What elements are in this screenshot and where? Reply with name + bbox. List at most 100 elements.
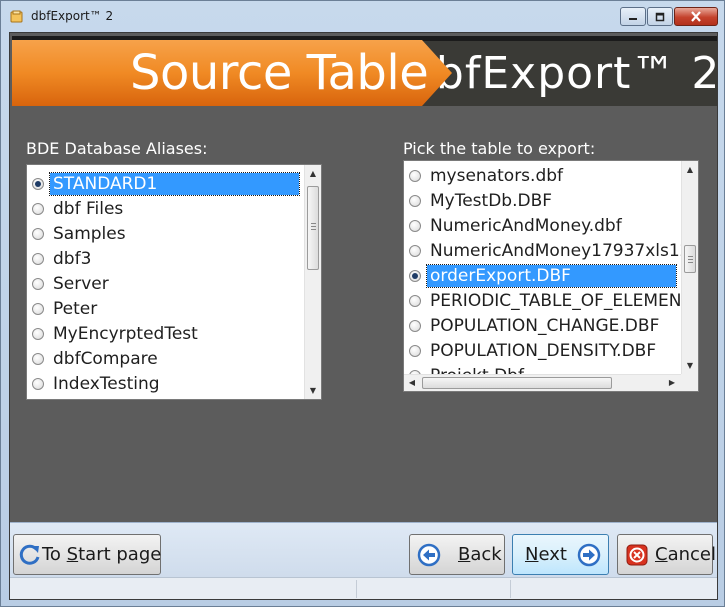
alias-list-item[interactable]: STANDARD1 (27, 171, 302, 196)
radio-button[interactable] (409, 244, 421, 257)
table-item-label: POPULATION_DENSITY.DBF (430, 340, 657, 361)
alias-list-item[interactable]: dbfCompare (27, 346, 302, 371)
status-bar (10, 577, 717, 599)
banner-product-name: dbfExport™ 2 (407, 48, 717, 99)
table-list-item[interactable]: mysenators.dbf (404, 163, 679, 188)
tables-horizontal-scrollbar[interactable]: ◀ ▶ (404, 374, 681, 391)
to-start-page-label: To Start page (42, 544, 162, 565)
alias-item-label: IndexTesting (53, 373, 160, 394)
table-list-item[interactable]: MyTestDb.DBF (404, 188, 679, 213)
scroll-up-icon[interactable]: ▲ (305, 165, 321, 182)
alias-item-label: Peter (53, 298, 98, 319)
aliases-scroll-thumb[interactable] (307, 186, 319, 270)
title-bar[interactable]: dbfExport™ 2 (1, 1, 724, 31)
radio-button[interactable] (32, 327, 44, 340)
scroll-corner (681, 374, 698, 391)
status-cell (357, 580, 511, 598)
app-window: dbfExport™ 2 dbfExport™ 2 Source Table B… (0, 0, 725, 607)
next-button[interactable]: Next (512, 534, 609, 575)
table-item-label: NumericAndMoney17937xls12 (430, 240, 691, 261)
tables-hscroll-thumb[interactable] (422, 377, 612, 389)
alias-item-label: dbfCompare (53, 348, 158, 369)
close-icon (691, 11, 701, 22)
tables-listbox[interactable]: Projekt.DbfPOPULATION_DENSITY.DBFPOPULAT… (403, 160, 699, 392)
wizard-button-bar: To Start page Back Next Cancel (10, 522, 717, 577)
banner-title: Source Table (130, 45, 429, 101)
aliases-vertical-scrollbar[interactable]: ▲ ▼ (304, 165, 321, 399)
alias-item-label: MyEncyrptedTest (53, 323, 198, 344)
wizard-banner: dbfExport™ 2 Source Table (12, 36, 717, 106)
cancel-icon (626, 544, 648, 565)
table-list-item[interactable]: POPULATION_CHANGE.DBF (404, 313, 679, 338)
radio-button[interactable] (32, 352, 44, 365)
aliases-listbox[interactable]: IndexTesting dbfCompare MyEncyrptedTest Pet… (26, 164, 322, 400)
scroll-down-icon[interactable]: ▼ (682, 357, 698, 374)
arrow-right-icon (577, 543, 601, 566)
table-item-label: POPULATION_CHANGE.DBF (430, 315, 660, 336)
minimize-button[interactable] (620, 7, 646, 26)
alias-list-item[interactable]: MyEncyrptedTest (27, 321, 302, 346)
table-list-item[interactable]: PERIODIC_TABLE_OF_ELEMENT (404, 288, 692, 313)
alias-list-item[interactable]: Server (27, 271, 302, 296)
radio-button[interactable] (409, 169, 421, 182)
radio-button[interactable] (409, 344, 421, 357)
alias-list-item[interactable]: Peter (27, 296, 302, 321)
radio-button[interactable] (409, 319, 421, 332)
radio-button[interactable] (32, 277, 44, 290)
alias-item-label: Server (53, 273, 109, 294)
back-label: Back (458, 544, 502, 565)
alias-item-label: Samples (53, 223, 126, 244)
radio-button[interactable] (32, 202, 44, 215)
app-icon (10, 10, 23, 23)
radio-button[interactable] (32, 227, 44, 240)
to-start-page-button[interactable]: To Start page (13, 534, 161, 575)
close-button[interactable] (674, 7, 718, 26)
table-list-item[interactable]: POPULATION_DENSITY.DBF (404, 338, 679, 363)
wizard-panel: dbfExport™ 2 Source Table BDE Database A… (9, 32, 718, 600)
refresh-icon (19, 544, 40, 565)
scroll-up-icon[interactable]: ▲ (682, 161, 698, 178)
back-button[interactable]: Back (409, 534, 505, 575)
table-list-item[interactable]: NumericAndMoney17937xls12 (404, 238, 690, 263)
alias-item-label: dbf Files (53, 198, 124, 219)
radio-button[interactable] (409, 194, 421, 207)
alias-list-item[interactable]: dbf Files (27, 196, 302, 221)
radio-button[interactable] (32, 302, 44, 315)
aliases-label: BDE Database Aliases: (26, 139, 208, 158)
radio-button[interactable] (409, 294, 421, 307)
table-item-label: PERIODIC_TABLE_OF_ELEMENT (430, 290, 692, 311)
radio-button[interactable] (32, 177, 44, 190)
alias-list-item[interactable]: IndexTesting (27, 371, 302, 396)
scroll-left-icon[interactable]: ◀ (404, 375, 420, 391)
status-cell (10, 580, 357, 598)
tables-vertical-scrollbar[interactable]: ▲ ▼ (681, 161, 698, 374)
maximize-icon (655, 12, 665, 21)
scroll-down-icon[interactable]: ▼ (305, 382, 321, 399)
table-item-label: MyTestDb.DBF (430, 190, 553, 211)
maximize-button[interactable] (647, 7, 673, 26)
status-cell (511, 580, 717, 598)
window-title: dbfExport™ 2 (31, 9, 114, 23)
radio-button[interactable] (32, 377, 44, 390)
tables-label: Pick the table to export: (403, 139, 596, 158)
alias-list-item[interactable]: Samples (27, 221, 302, 246)
table-list-item[interactable]: orderExport.DBF (404, 263, 679, 288)
table-item-label: NumericAndMoney.dbf (430, 215, 622, 236)
radio-button[interactable] (409, 219, 421, 232)
cancel-label: Cancel (655, 544, 716, 565)
radio-button[interactable] (409, 269, 421, 282)
radio-button[interactable] (32, 252, 44, 265)
arrow-left-icon (417, 543, 441, 566)
cancel-button[interactable]: Cancel (617, 534, 716, 575)
scroll-right-icon[interactable]: ▶ (664, 375, 680, 391)
minimize-icon (629, 17, 637, 20)
next-label: Next (525, 544, 567, 565)
alias-item-label: dbf3 (53, 248, 92, 269)
alias-list-item[interactable]: dbf3 (27, 246, 302, 271)
table-item-label: orderExport.DBF (426, 263, 677, 288)
table-list-item[interactable]: NumericAndMoney.dbf (404, 213, 679, 238)
table-item-label: mysenators.dbf (430, 165, 564, 186)
tables-scroll-thumb[interactable] (684, 245, 696, 273)
alias-item-label: STANDARD1 (49, 171, 300, 196)
window-controls (619, 7, 718, 27)
